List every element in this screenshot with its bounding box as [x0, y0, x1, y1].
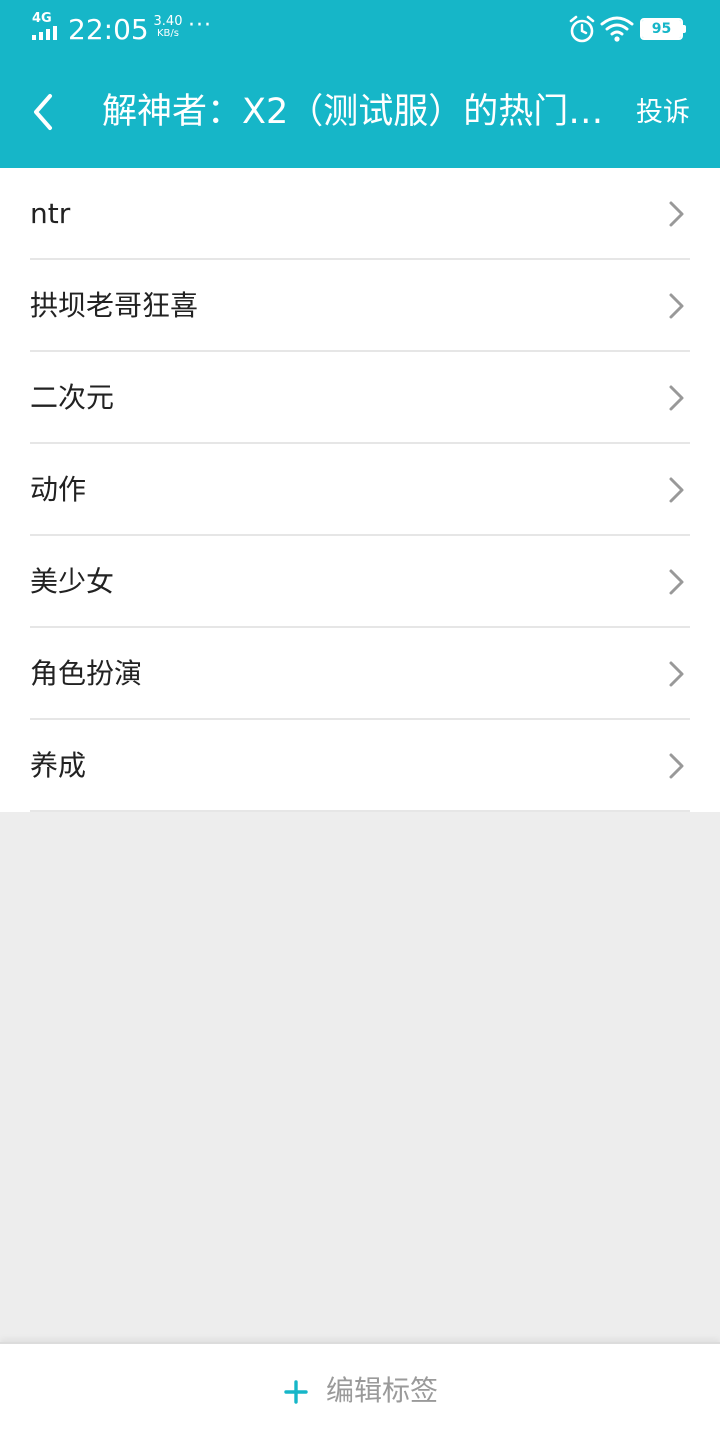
- list-item[interactable]: 美少女: [30, 536, 690, 628]
- plus-icon: [284, 1380, 308, 1404]
- list-item[interactable]: 拱坝老哥狂喜: [30, 260, 690, 352]
- tag-label: 美少女: [30, 565, 115, 598]
- chevron-right-icon: [669, 661, 684, 687]
- tag-list: ntr 拱坝老哥狂喜 二次元 动作 美少女 角色扮演 养成: [0, 168, 720, 812]
- app-header: 4G 22:05 3.40 KB/s ··· 95 解神者：X2（测试服）的热门…: [0, 0, 720, 168]
- edit-tags-label: 编辑标签: [326, 1374, 439, 1407]
- bottom-bar: 编辑标签: [0, 1342, 720, 1436]
- edit-tags-button[interactable]: 编辑标签: [280, 1364, 460, 1418]
- tag-label: 拱坝老哥狂喜: [30, 289, 199, 322]
- list-item[interactable]: 角色扮演: [30, 628, 690, 720]
- list-item[interactable]: ntr: [30, 168, 690, 260]
- chevron-right-icon: [669, 569, 684, 595]
- battery-level: 95: [651, 21, 672, 37]
- back-button[interactable]: [22, 84, 66, 140]
- wifi-icon: [600, 16, 634, 42]
- tag-label: ntr: [30, 197, 71, 230]
- chevron-left-icon: [34, 94, 52, 130]
- list-item[interactable]: 二次元: [30, 352, 690, 444]
- clock: 22:05: [68, 13, 149, 46]
- chevron-right-icon: [669, 477, 684, 503]
- chevron-right-icon: [669, 201, 684, 227]
- chevron-right-icon: [669, 293, 684, 319]
- nav-bar: 解神者：X2（测试服）的热门标签 投诉: [0, 58, 720, 168]
- alarm-icon: [569, 15, 595, 43]
- tag-label: 角色扮演: [30, 657, 143, 690]
- battery-icon: 95: [640, 18, 686, 40]
- tag-label: 二次元: [30, 381, 115, 414]
- network-speed: 3.40 KB/s: [148, 14, 188, 40]
- chevron-right-icon: [669, 753, 684, 779]
- more-notifications-icon: ···: [188, 13, 212, 38]
- status-right: 95: [568, 14, 688, 44]
- status-bar: 4G 22:05 3.40 KB/s ··· 95: [0, 0, 720, 58]
- tag-label: 养成: [30, 749, 87, 782]
- chevron-right-icon: [669, 385, 684, 411]
- report-button[interactable]: 投诉: [636, 94, 690, 132]
- cellular-signal-icon: 4G: [32, 12, 62, 42]
- page-title: 解神者：X2（测试服）的热门标签: [102, 92, 622, 132]
- network-type: 4G: [32, 11, 52, 26]
- speed-unit: KB/s: [157, 28, 179, 39]
- speed-value: 3.40: [153, 14, 183, 29]
- list-item[interactable]: 养成: [30, 720, 690, 812]
- list-item[interactable]: 动作: [30, 444, 690, 536]
- tag-label: 动作: [30, 473, 87, 506]
